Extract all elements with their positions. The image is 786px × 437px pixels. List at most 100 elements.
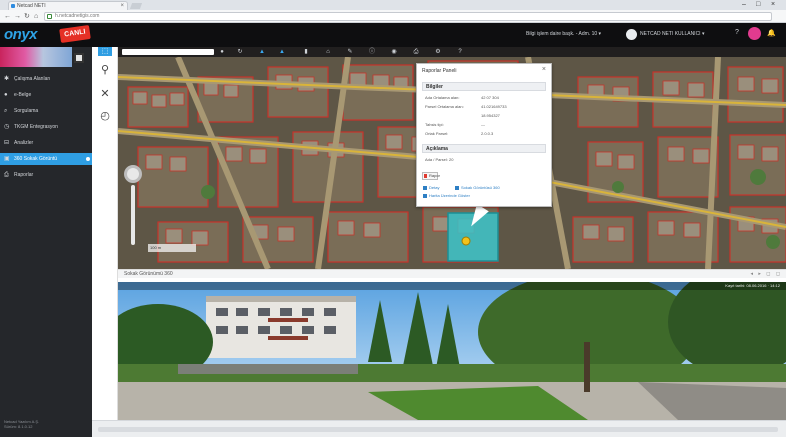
department-selector[interactable]: Bilgi işlem daire başk. - Adm. 10 ▾ — [526, 31, 601, 37]
sidebar: ✱ Çalışma Alanları ● e-Belge ⌕ Sorgulama ◷ TKGM… — [0, 47, 92, 437]
draw-icon[interactable]: ✎ — [346, 48, 354, 56]
popup-row-value: 42 07 304 — [481, 95, 499, 100]
new-tab-button[interactable] — [129, 3, 143, 9]
app-header: onyx CANLI Bilgi işlem daire başk. - Adm… — [0, 23, 786, 47]
popup-title: Raporlar Paneli — [422, 68, 457, 74]
home-icon[interactable]: ⌂ — [34, 12, 38, 21]
clear-tool-icon[interactable]: ✕ — [98, 87, 112, 101]
pin-icon[interactable]: ▲ — [258, 48, 266, 56]
camera-icon[interactable]: ◉ — [390, 48, 398, 56]
map-search-input[interactable] — [122, 49, 214, 55]
help-map-icon[interactable]: ? — [456, 48, 464, 56]
popup-section-info: Bilgiler — [422, 82, 546, 91]
user-menu[interactable]: NETCAD NETI KULLANICI ▾ — [640, 31, 704, 37]
sidebar-item[interactable]: ● e-Belge — [0, 89, 92, 101]
sidebar-item-label: Raporlar — [14, 172, 34, 178]
browser-toolbar: ← → ↻ ⌂ h.netcadnetigis.com — [0, 10, 786, 23]
zoom-slider[interactable] — [131, 185, 135, 245]
footer-version: Sürüm: 8.1.0.12 — [4, 424, 33, 429]
map-icon: ▣ — [4, 156, 10, 162]
measure-icon[interactable]: ▮ — [302, 48, 310, 56]
window-close-button[interactable]: × — [771, 0, 775, 9]
sidebar-item[interactable]: ⌕ Sorgulama — [0, 105, 92, 117]
history-tool-icon[interactable]: ◴ — [98, 109, 112, 123]
tab-favicon-icon — [11, 4, 15, 8]
address-bar[interactable]: h.netcadnetigis.com — [44, 12, 772, 21]
capture-date: Kayıt tarihi: 08.06.2016 · 14:12 — [725, 283, 780, 288]
lock-icon — [47, 14, 52, 19]
notification-badge[interactable] — [748, 27, 761, 40]
panorama-image[interactable] — [118, 282, 786, 420]
tab-title: Netcad NETI — [17, 3, 46, 9]
streetview-icon — [455, 185, 459, 190]
sidebar-item-label: Çalışma Alanları — [14, 76, 51, 82]
popup-row-label: Ortak Parsel: — [425, 131, 449, 136]
sidebar-item-label: TKGM Entegrasyon — [14, 124, 58, 130]
popup-close-icon[interactable]: × — [542, 66, 546, 73]
help-icon[interactable]: ? — [735, 29, 739, 36]
pin-alt-icon[interactable]: ▲ — [278, 48, 286, 56]
detail-link[interactable]: Detay — [423, 185, 439, 190]
streetview-title: Sokak Görünümü 360 — [124, 271, 173, 277]
layers-icon: ⊟ — [4, 140, 10, 146]
app-logo: onyx — [4, 26, 38, 43]
clock-icon: ◷ — [4, 124, 10, 130]
sidebar-item[interactable]: ✱ Çalışma Alanları — [0, 73, 92, 85]
info-icon: ● — [4, 92, 8, 98]
scale-bar: 100 m — [148, 244, 196, 252]
horizontal-scrollbar[interactable] — [98, 427, 778, 432]
sidebar-item-label: Analizler — [14, 140, 34, 146]
popup-row-value: 18.954327 — [481, 113, 500, 118]
streetview-info-overlay: Kayıt tarihi: 08.06.2016 · 14:12 — [118, 282, 786, 290]
reload-icon[interactable]: ↻ — [24, 12, 30, 21]
sidebar-item[interactable]: ⎙ Raporlar — [0, 169, 92, 181]
detail-link-label: Detay — [429, 185, 440, 190]
map-toolbar: ● ↻ ▲ ▲ ▮ ⌂ ✎ ⓘ ◉ ⎙ ⚙ ? — [118, 47, 786, 57]
bell-icon[interactable]: 🔔 — [767, 29, 776, 37]
bottom-bar — [92, 420, 786, 437]
streetview-link[interactable]: Sokak Görüntüsü 360 — [455, 185, 500, 190]
info-map-icon[interactable]: ⓘ — [368, 48, 376, 56]
forward-icon[interactable]: → — [14, 12, 21, 21]
live-badge: CANLI — [59, 24, 91, 44]
gear-icon: ✱ — [4, 76, 10, 82]
back-icon[interactable]: ← — [4, 12, 11, 21]
show-on-map-link[interactable]: Harita Üzerinde Göster — [423, 193, 470, 198]
sidebar-item-label: Sorgulama — [14, 108, 39, 114]
browser-tab-bar: Netcad NETI × – □ × — [0, 0, 786, 10]
report-button[interactable]: Rapor — [422, 172, 440, 180]
avatar[interactable] — [626, 29, 637, 40]
streetview-controls[interactable]: ◂ ▸ ◻ ◻ — [751, 271, 783, 277]
popup-row-value: 41.021649733 — [481, 104, 507, 109]
print-icon: ⎙ — [4, 172, 9, 178]
print-map-icon[interactable]: ⎙ — [412, 48, 420, 56]
window-minimize-button[interactable]: – — [742, 0, 746, 9]
refresh-icon[interactable]: ↻ — [236, 48, 244, 56]
streetview-panorama[interactable]: Kayıt tarihi: 08.06.2016 · 14:12 — [118, 282, 786, 420]
settings-map-icon[interactable]: ⚙ — [434, 48, 442, 56]
window-maximize-button[interactable]: □ — [756, 0, 760, 9]
sidebar-item[interactable]: ◷ TKGM Entegrasyon — [0, 121, 92, 133]
report-popup: Raporlar Paneli × Bilgiler Ada Ortalama … — [416, 63, 552, 207]
select-tool-icon[interactable]: ⬚ — [98, 47, 112, 56]
sidebar-item-label: e-Belge — [14, 92, 32, 98]
popup-row-value: 2.0.0.3 — [481, 131, 494, 136]
compass-icon[interactable] — [124, 165, 142, 183]
map-tool-column: ⬚ ⚲ ✕ ◴ — [92, 47, 118, 437]
popup-row-value: — — [481, 122, 485, 127]
dot-icon[interactable]: ● — [218, 48, 226, 56]
popup-row-label: Parsel Ortalama alan: — [425, 104, 464, 109]
sidebar-item[interactable]: ▣ 360 Sokak Görüntü — [0, 153, 92, 165]
popup-section-description: Açıklama — [422, 144, 546, 153]
popup-row-label: Ada Ortalama alan: — [425, 95, 460, 100]
sidebar-footer: Netcad Yazılım A.Ş. Sürüm: 8.1.0.12 — [4, 419, 39, 429]
show-on-map-icon — [423, 193, 427, 198]
sidebar-item[interactable]: ⊟ Analizler — [0, 137, 92, 149]
sidebar-toggle-button[interactable] — [74, 53, 84, 63]
tab-close-icon[interactable]: × — [120, 2, 124, 10]
detail-icon — [423, 185, 427, 190]
zoom-tool-icon[interactable]: ⚲ — [98, 63, 112, 77]
streetview-header: Sokak Görünümü 360 ◂ ▸ ◻ ◻ — [118, 269, 786, 278]
browser-tab[interactable]: Netcad NETI × — [8, 1, 128, 10]
home-map-icon[interactable]: ⌂ — [324, 48, 332, 56]
